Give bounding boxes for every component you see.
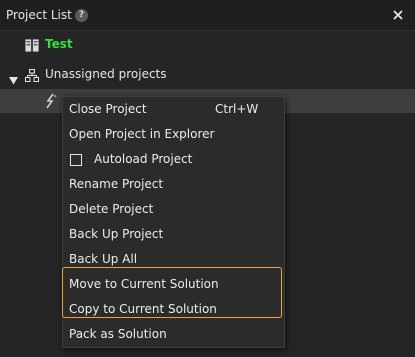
menu-item-label: Rename Project: [69, 177, 164, 191]
menu-item-back-up-project[interactable]: Back Up Project: [63, 222, 284, 247]
solution-name: Test: [45, 37, 73, 51]
menu-item-label: Close Project: [69, 102, 147, 116]
tree-item-solution[interactable]: Test: [0, 33, 415, 55]
hierarchy-icon: [25, 67, 39, 82]
solution-icon: [25, 37, 39, 52]
menu-item-move-to-current-solution[interactable]: Move to Current Solution: [63, 272, 284, 297]
expand-arrow-icon[interactable]: [9, 70, 18, 85]
menu-item-label: Move to Current Solution: [69, 277, 219, 291]
panel-titlebar: Project List ?: [0, 0, 415, 31]
menu-item-copy-to-current-solution[interactable]: Copy to Current Solution: [63, 297, 284, 322]
close-icon[interactable]: [391, 7, 405, 21]
menu-item-delete-project[interactable]: Delete Project: [63, 197, 284, 222]
menu-item-pack-as-solution[interactable]: Pack as Solution: [63, 322, 284, 347]
menu-item-autoload-project[interactable]: Autoload Project: [63, 147, 284, 172]
menu-item-label: Pack as Solution: [69, 327, 167, 341]
project-icon: [44, 93, 58, 109]
menu-item-shortcut: Ctrl+W: [215, 102, 259, 116]
tree-item-unassigned-projects[interactable]: Unassigned projects: [0, 63, 415, 85]
group-label: Unassigned projects: [45, 67, 167, 81]
menu-item-label: Delete Project: [69, 202, 154, 216]
menu-item-back-up-all[interactable]: Back Up All: [63, 247, 284, 272]
project-list-panel: Project List ? Test Unassigned projects …: [0, 0, 415, 357]
menu-item-open-in-explorer[interactable]: Open Project in Explorer: [63, 122, 284, 147]
menu-item-label: Autoload Project: [94, 152, 193, 166]
help-icon[interactable]: ?: [75, 9, 88, 22]
menu-item-label: Back Up Project: [69, 227, 164, 241]
menu-item-label: Open Project in Explorer: [69, 127, 215, 141]
menu-item-label: Back Up All: [69, 252, 138, 266]
panel-title: Project List: [6, 8, 72, 22]
menu-item-close-project[interactable]: Close Project Ctrl+W: [63, 97, 284, 122]
menu-item-rename-project[interactable]: Rename Project: [63, 172, 284, 197]
autoload-checkbox[interactable]: [70, 154, 82, 166]
context-menu: Close Project Ctrl+W Open Project in Exp…: [62, 96, 285, 348]
menu-item-label: Copy to Current Solution: [69, 302, 217, 316]
